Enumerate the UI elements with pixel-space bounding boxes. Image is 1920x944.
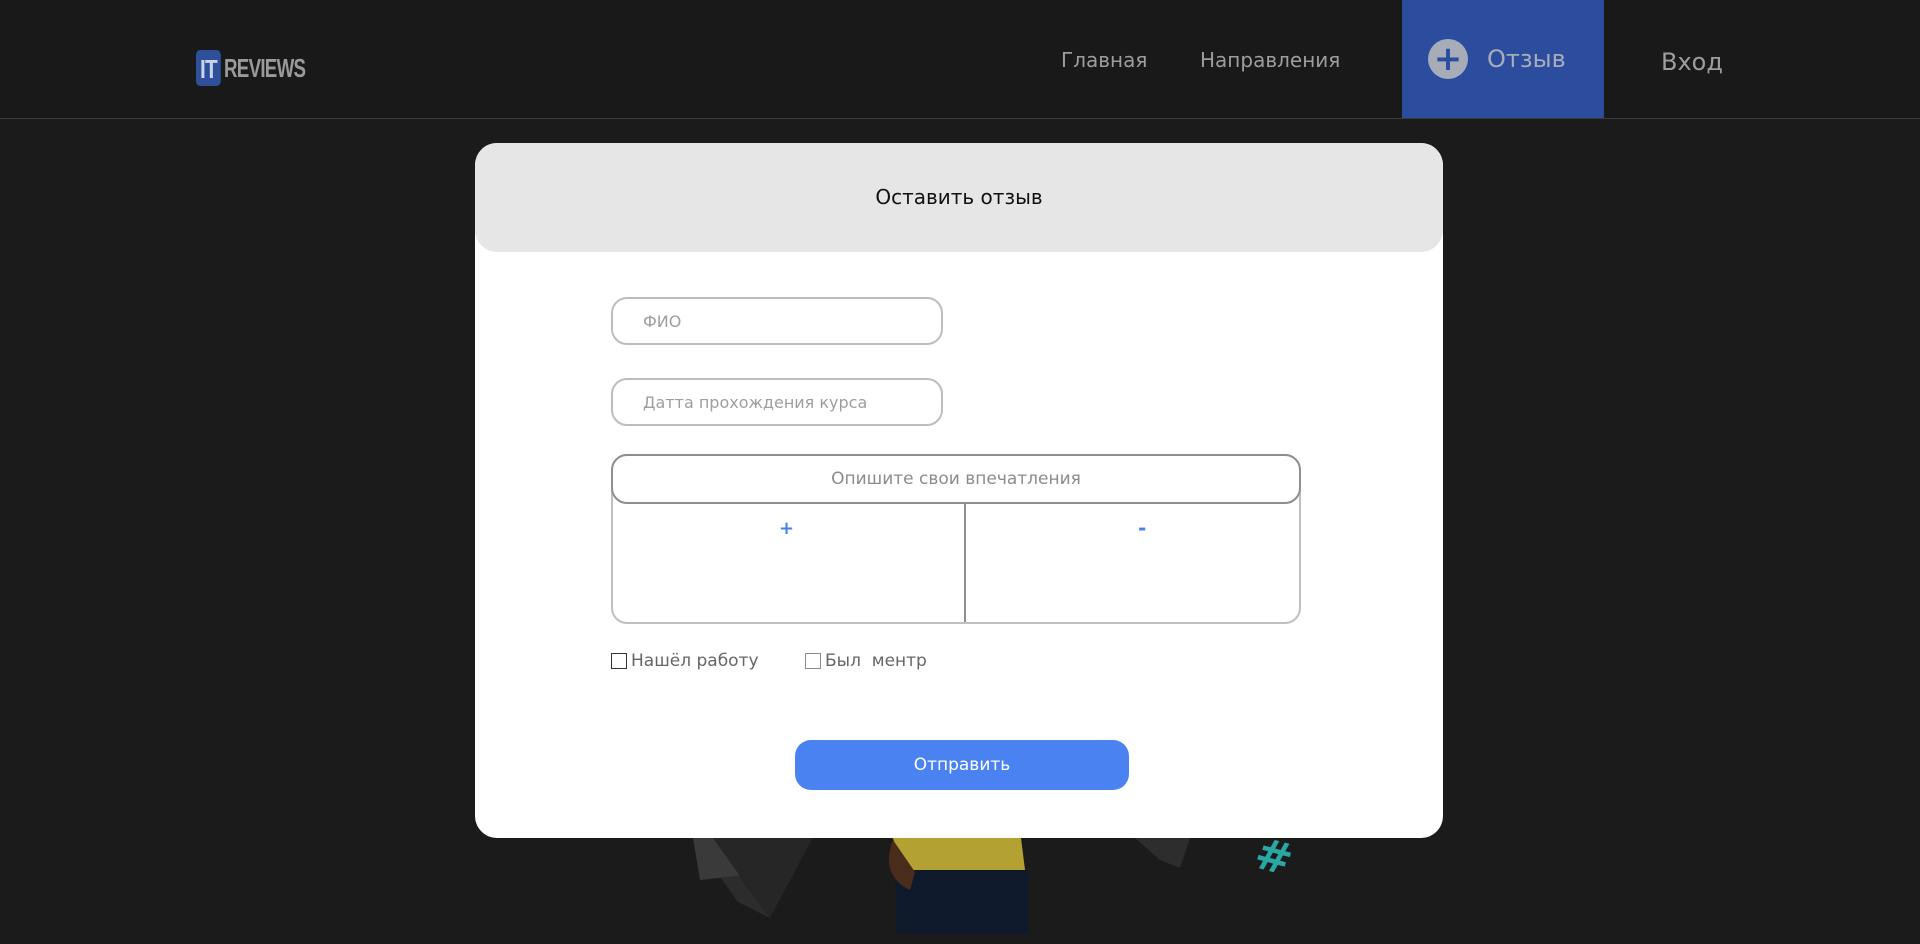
course-date-input[interactable]: Датта прохождения курса (611, 378, 943, 426)
impressions-box: Опишите свои впечатления + - (611, 454, 1301, 624)
had-mentor-checkbox[interactable]: Был ментр (805, 651, 927, 671)
review-modal: Оставить отзыв ФИО Датта прохождения кур… (475, 143, 1443, 838)
impressions-header[interactable]: Опишите свои впечатления (611, 454, 1301, 504)
found-job-checkbox-box[interactable] (611, 653, 627, 669)
device-illustration (1135, 838, 1190, 868)
minus-icon: - (1138, 516, 1147, 540)
submit-button[interactable]: Отправить (795, 740, 1129, 790)
plus-icon: + (779, 518, 795, 539)
fio-placeholder: ФИО (643, 311, 682, 331)
submit-label: Отправить (913, 755, 1011, 775)
modal-header: Оставить отзыв (475, 143, 1443, 252)
modal-title: Оставить отзыв (875, 184, 1043, 209)
cons-textarea[interactable]: - (966, 504, 1299, 622)
found-job-checkbox[interactable]: Нашёл работу (611, 651, 759, 671)
had-mentor-checkbox-box[interactable] (805, 653, 821, 669)
had-mentor-label: Был ментр (825, 651, 927, 671)
impressions-label: Опишите свои впечатления (831, 469, 1081, 489)
person-illustration (888, 830, 1028, 934)
found-job-label: Нашёл работу (631, 651, 759, 671)
pros-textarea[interactable]: + (613, 504, 964, 622)
fio-input[interactable]: ФИО (611, 297, 943, 345)
course-date-placeholder: Датта прохождения курса (643, 392, 868, 412)
